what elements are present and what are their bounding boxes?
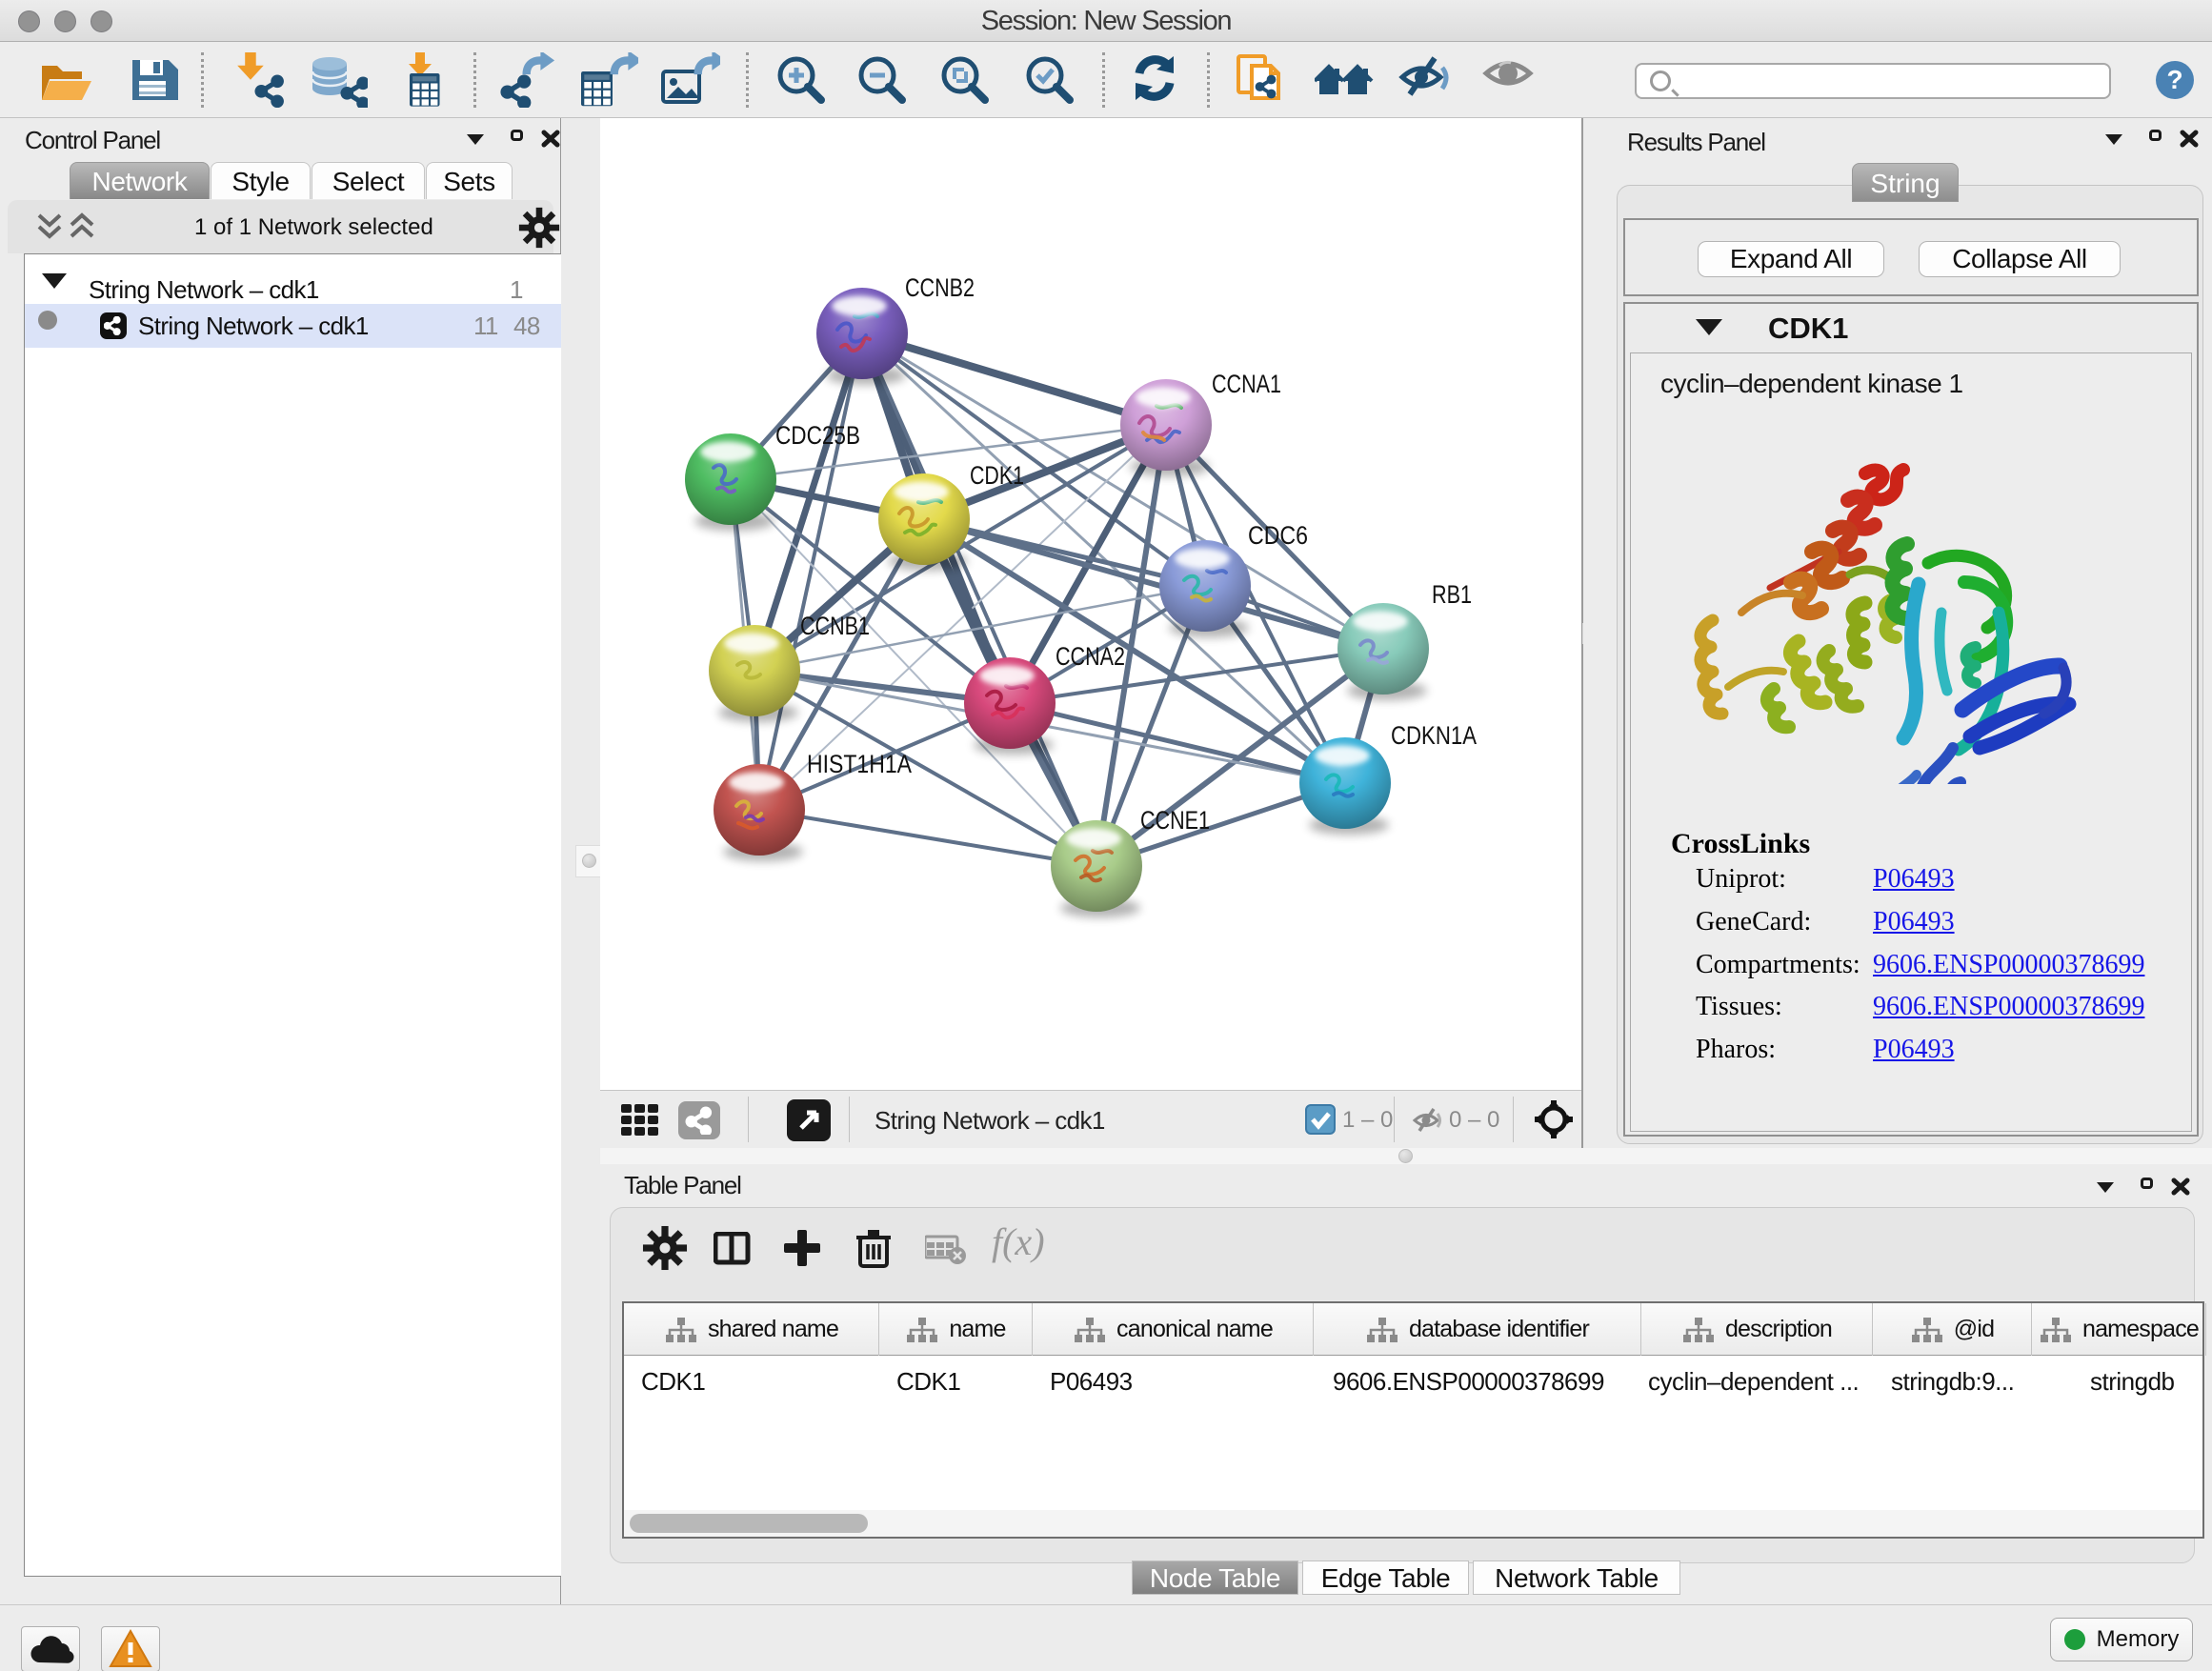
svg-text:CCNE1: CCNE1 [1140,806,1210,835]
svg-text:CCNB1: CCNB1 [800,612,870,640]
svg-text:CDKN1A: CDKN1A [1391,721,1477,750]
svg-text:CCNA1: CCNA1 [1212,370,1281,398]
svg-text:?: ? [2166,65,2182,94]
svg-text:CDC6: CDC6 [1248,521,1308,550]
svg-text:CCNA2: CCNA2 [1056,642,1125,671]
svg-text:RB1: RB1 [1432,580,1472,609]
svg-text:CDC25B: CDC25B [775,421,860,450]
svg-text:HIST1H1A: HIST1H1A [807,750,912,778]
svg-text:CCNB2: CCNB2 [905,273,975,302]
svg-text:CDK1: CDK1 [970,461,1024,490]
